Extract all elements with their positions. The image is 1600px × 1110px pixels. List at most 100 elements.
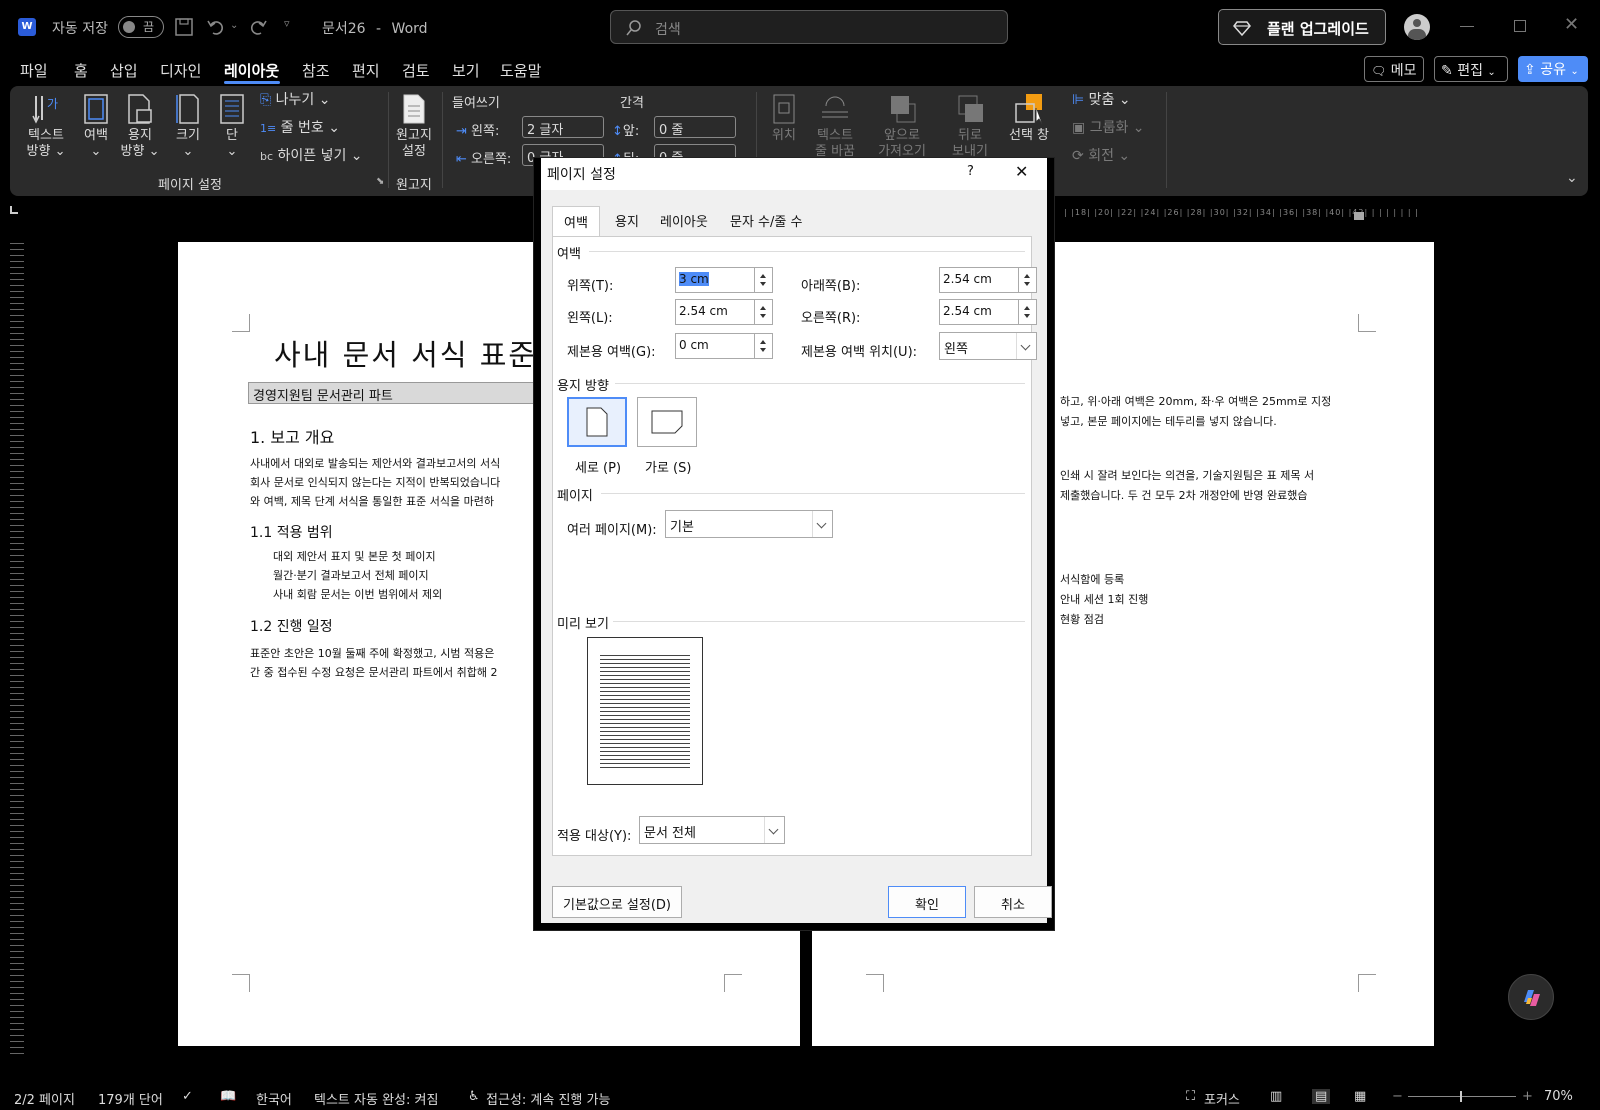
- tab-mailings[interactable]: 편지: [352, 60, 380, 81]
- tab-view[interactable]: 보기: [452, 60, 480, 81]
- collapse-ribbon-icon[interactable]: ⌄: [1566, 170, 1578, 186]
- share-button[interactable]: ⇪ 공유 ⌄: [1518, 56, 1588, 82]
- zoom-in-icon[interactable]: +: [1522, 1089, 1533, 1104]
- align-button[interactable]: ⊫ 맞춤 ⌄: [1072, 92, 1131, 108]
- ruler-marker[interactable]: [1354, 212, 1364, 220]
- cancel-button[interactable]: 취소: [974, 886, 1052, 918]
- text-direction-button[interactable]: 가 텍스트 방향 ⌄: [24, 92, 68, 160]
- multiple-pages-select[interactable]: 기본: [665, 510, 833, 538]
- ok-button[interactable]: 확인: [888, 886, 966, 918]
- group-button[interactable]: ▣ 그룹화 ⌄: [1072, 120, 1145, 136]
- tab-margins[interactable]: 여백: [552, 206, 600, 236]
- text-direction-icon: 가: [32, 96, 58, 124]
- hyphenation-button[interactable]: bc 하이픈 넣기 ⌄: [260, 148, 363, 165]
- left-margin-input[interactable]: 2.54 cm: [675, 299, 755, 325]
- edit-mode-button[interactable]: ✎ 편집 ⌄: [1434, 56, 1508, 82]
- tab-grid[interactable]: 문자 수/줄 수: [719, 206, 813, 236]
- top-margin-input[interactable]: 3 cm: [675, 267, 755, 293]
- redo-icon[interactable]: [248, 17, 268, 37]
- landscape-button[interactable]: [637, 397, 697, 447]
- undo-dropdown-icon[interactable]: ⌄: [230, 20, 238, 31]
- left-margin-spinner[interactable]: [755, 299, 773, 325]
- size-button[interactable]: 크기 ⌄: [168, 92, 208, 160]
- list-item: 월간·분기 결과보고서 전체 페이지: [273, 569, 429, 582]
- undo-icon[interactable]: [206, 17, 226, 37]
- portrait-button[interactable]: [567, 397, 627, 447]
- help-button[interactable]: ?: [967, 164, 974, 179]
- gutter-input[interactable]: 0 cm: [675, 333, 755, 359]
- page-setup-launcher-icon[interactable]: ⬊: [376, 176, 384, 187]
- orientation-button[interactable]: 용지 방향 ⌄: [118, 92, 162, 160]
- tab-layout[interactable]: 레이아웃: [224, 60, 279, 81]
- position-button[interactable]: 위치: [764, 92, 804, 144]
- zoom-level[interactable]: 70%: [1544, 1089, 1573, 1104]
- maximize-icon[interactable]: [1514, 20, 1526, 32]
- tab-help[interactable]: 도움말: [500, 60, 541, 81]
- proofing-icon[interactable]: ✓: [182, 1089, 193, 1104]
- tab-home[interactable]: 홈: [74, 60, 88, 81]
- gutter-spinner[interactable]: [755, 333, 773, 359]
- language[interactable]: 한국어: [256, 1089, 292, 1108]
- web-layout-icon[interactable]: ▦: [1354, 1089, 1366, 1104]
- focus-icon: ⛶: [1186, 1089, 1196, 1104]
- word-count[interactable]: 179개 단어: [98, 1089, 163, 1108]
- tab-insert[interactable]: 삽입: [110, 60, 138, 81]
- columns-button[interactable]: 단 ⌄: [214, 92, 250, 160]
- indent-left-input[interactable]: 2 글자: [522, 116, 604, 138]
- tab-stop-selector[interactable]: [10, 206, 18, 214]
- read-mode-icon[interactable]: ▥: [1270, 1089, 1282, 1104]
- save-icon[interactable]: [174, 17, 194, 37]
- tab-paper[interactable]: 용지: [604, 206, 650, 236]
- autocomplete-status[interactable]: 텍스트 자동 완성: 켜짐: [314, 1089, 438, 1108]
- wrap-text-button[interactable]: 텍스트 줄 바꿈: [810, 92, 860, 160]
- tab-design[interactable]: 디자인: [160, 60, 201, 81]
- minimize-icon[interactable]: [1460, 26, 1474, 27]
- rotate-button[interactable]: ⟳ 회전 ⌄: [1072, 148, 1130, 164]
- tab-review[interactable]: 검토: [402, 60, 430, 81]
- apply-to-select[interactable]: 문서 전체: [639, 816, 785, 844]
- zoom-out-icon[interactable]: −: [1392, 1089, 1403, 1104]
- bring-forward-button[interactable]: 앞으로 가져오기: [870, 92, 934, 160]
- right-margin-label: 오른쪽(R):: [801, 311, 861, 326]
- margins-button[interactable]: 여백 ⌄: [76, 92, 116, 160]
- reading-icon[interactable]: 📖: [220, 1089, 236, 1104]
- upgrade-button[interactable]: 플랜 업그레이드: [1218, 9, 1386, 45]
- breaks-button[interactable]: ⎘ 나누기 ⌄: [260, 92, 330, 108]
- right-margin-spinner[interactable]: [1019, 299, 1037, 325]
- close-window-icon[interactable]: ✕: [1564, 14, 1579, 35]
- send-backward-button[interactable]: 뒤로 보내기: [942, 92, 998, 160]
- apply-to-dropdown-icon: [764, 817, 784, 843]
- line-numbers-button[interactable]: 1≡ 줄 번호 ⌄: [260, 120, 340, 137]
- tab-references[interactable]: 참조: [302, 60, 330, 81]
- horizontal-ruler[interactable]: | |18| |20| |22| |24| |26| |28| |30| |32…: [1064, 208, 1434, 220]
- right-margin-input[interactable]: 2.54 cm: [939, 299, 1019, 325]
- focus-button[interactable]: 포커스: [1204, 1089, 1240, 1108]
- spacing-before-input[interactable]: 0 줄: [654, 116, 736, 138]
- top-margin-spinner[interactable]: [755, 267, 773, 293]
- selection-pane-button[interactable]: 선택 창: [1004, 92, 1054, 144]
- set-default-button[interactable]: 기본값으로 설정(D): [552, 886, 682, 918]
- copilot-button[interactable]: [1508, 974, 1554, 1020]
- autosave-toggle[interactable]: 끔: [118, 16, 164, 38]
- customize-qat-icon[interactable]: ▿: [284, 17, 290, 30]
- zoom-slider-thumb[interactable]: [1460, 1091, 1462, 1102]
- bottom-margin-spinner[interactable]: [1019, 267, 1037, 293]
- heading-1-1: 1.1 적용 범위: [250, 525, 333, 541]
- dialog-close-icon[interactable]: ✕: [1015, 162, 1028, 181]
- page-count[interactable]: 2/2 페이지: [14, 1089, 75, 1108]
- indent-left-icon: ⇥: [456, 124, 467, 139]
- print-layout-icon[interactable]: ▤: [1312, 1089, 1331, 1104]
- tab-file[interactable]: 파일: [20, 60, 48, 81]
- tab-layout[interactable]: 레이아웃: [649, 206, 719, 236]
- accessibility-status[interactable]: 접근성: 계속 진행 가능: [486, 1089, 610, 1108]
- search-box[interactable]: 검색: [610, 10, 1008, 44]
- memo-button[interactable]: 🗨 메모: [1364, 56, 1424, 82]
- bottom-margin-input[interactable]: 2.54 cm: [939, 267, 1019, 293]
- gutter-position-dropdown-icon: [1016, 333, 1036, 359]
- manuscript-button[interactable]: 원고지 설정: [392, 92, 436, 160]
- avatar[interactable]: [1404, 14, 1430, 40]
- orientation-label-2-text: 방향: [120, 144, 145, 159]
- zoom-slider[interactable]: [1408, 1096, 1516, 1097]
- vertical-ruler[interactable]: [10, 238, 24, 1058]
- gutter-position-select[interactable]: 왼쪽: [939, 332, 1037, 360]
